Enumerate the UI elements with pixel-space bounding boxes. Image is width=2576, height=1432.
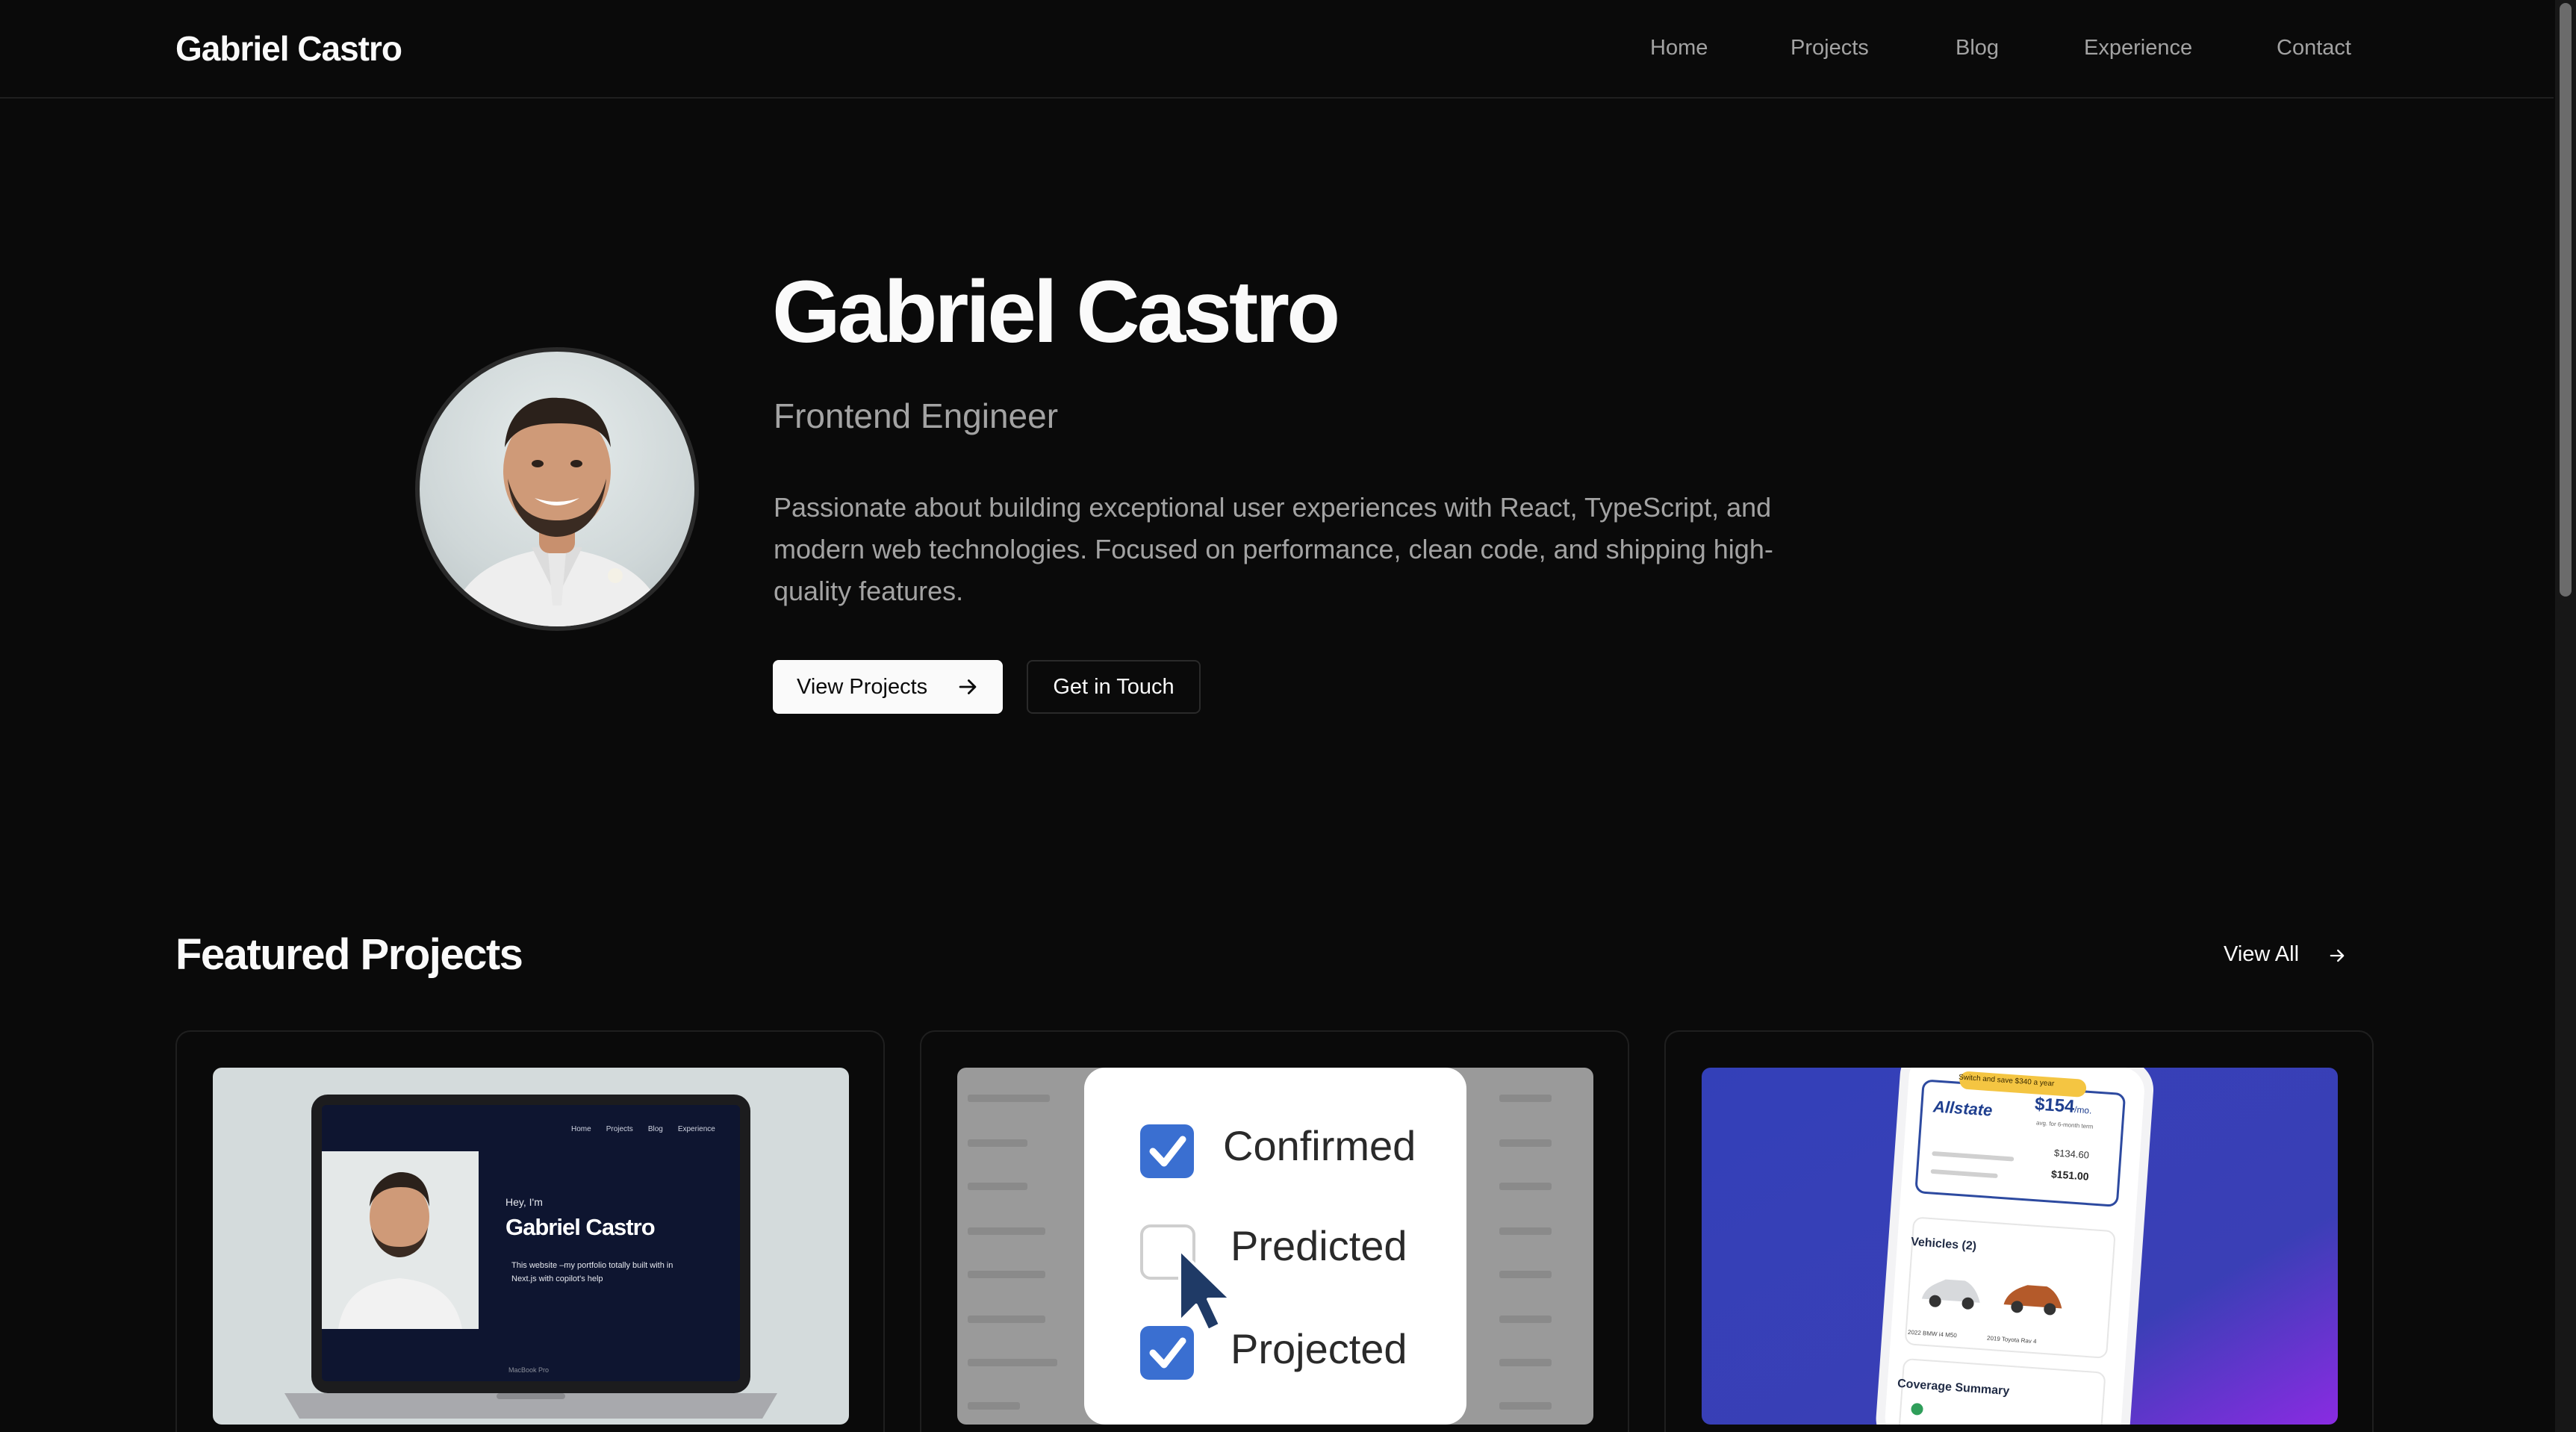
brand-logo: Allstate <box>1932 1097 1994 1120</box>
price-amount: $154/mo. <box>2034 1094 2093 1118</box>
price-unit: /mo. <box>2073 1104 2092 1116</box>
nav-link-projects[interactable]: Projects <box>1791 36 1869 60</box>
mini-greeting: Hey, I'm <box>505 1196 543 1208</box>
option-confirmed-label: Confirmed <box>1223 1122 1416 1169</box>
project-card[interactable]: Confirmed Predicted Projected <box>920 1030 1629 1432</box>
mini-nav-projects: Projects <box>606 1125 633 1133</box>
price-line-1: $134.60 <box>2053 1147 2090 1161</box>
arrow-right-icon[interactable] <box>2327 945 2348 966</box>
get-in-touch-button[interactable]: Get in Touch <box>1027 660 1201 714</box>
page: Gabriel Castro Home Projects Blog Experi… <box>0 0 2576 1432</box>
mini-nav: Home Projects Blog Experience <box>571 1125 715 1133</box>
section-title: Featured Projects <box>175 930 523 979</box>
project-card[interactable]: Switch and save $340 a year Allstate $15… <box>1664 1030 2374 1432</box>
mini-tagline: This website –my portfolio totally built… <box>511 1259 706 1286</box>
scrollbar[interactable] <box>2555 0 2576 1432</box>
view-projects-label: View Projects <box>797 674 928 699</box>
get-in-touch-label: Get in Touch <box>1053 674 1175 699</box>
avatar <box>415 347 699 631</box>
scrollbar-thumb[interactable] <box>2560 3 2572 597</box>
nav-link-home[interactable]: Home <box>1650 36 1708 60</box>
mini-nav-blog: Blog <box>647 1125 663 1133</box>
mini-tagline-line-2: Next.js with copilot's help <box>511 1274 603 1283</box>
mini-nav-home: Home <box>571 1125 591 1133</box>
project-thumbnail-checkboxes: Confirmed Predicted Projected <box>957 1068 1593 1425</box>
site-logo[interactable]: Gabriel Castro <box>175 28 402 69</box>
nav-link-experience[interactable]: Experience <box>2084 36 2192 60</box>
mini-nav-experience: Experience <box>677 1125 715 1133</box>
top-nav: Gabriel Castro Home Projects Blog Experi… <box>0 0 2554 99</box>
hero-name: Gabriel Castro <box>772 263 1340 361</box>
project-thumbnail-laptop: Home Projects Blog Experience Hey, I'm G… <box>213 1068 849 1425</box>
price-value: $154 <box>2034 1094 2076 1118</box>
view-projects-button[interactable]: View Projects <box>773 660 1003 714</box>
avatar-portrait <box>449 397 666 626</box>
option-predicted-label: Predicted <box>1231 1222 1407 1269</box>
mini-tagline-line-1: This website –my portfolio totally built… <box>511 1261 673 1270</box>
project-card[interactable]: Home Projects Blog Experience Hey, I'm G… <box>175 1030 885 1432</box>
project-thumbnail-insurance-app: Switch and save $340 a year Allstate $15… <box>1702 1068 2338 1425</box>
mini-name: Gabriel Castro <box>505 1214 656 1240</box>
laptop-label: MacBook Pro <box>508 1366 550 1374</box>
hero-description: Passionate about building exceptional us… <box>774 492 1773 606</box>
price-line-2: $151.00 <box>2050 1168 2090 1183</box>
hero-role: Frontend Engineer <box>774 396 1059 435</box>
view-all-link[interactable]: View All <box>2224 942 2299 967</box>
option-projected-label: Projected <box>1231 1325 1407 1372</box>
nav-link-contact[interactable]: Contact <box>2277 36 2351 60</box>
nav-link-blog[interactable]: Blog <box>1956 36 1999 60</box>
arrow-right-icon <box>955 674 980 700</box>
